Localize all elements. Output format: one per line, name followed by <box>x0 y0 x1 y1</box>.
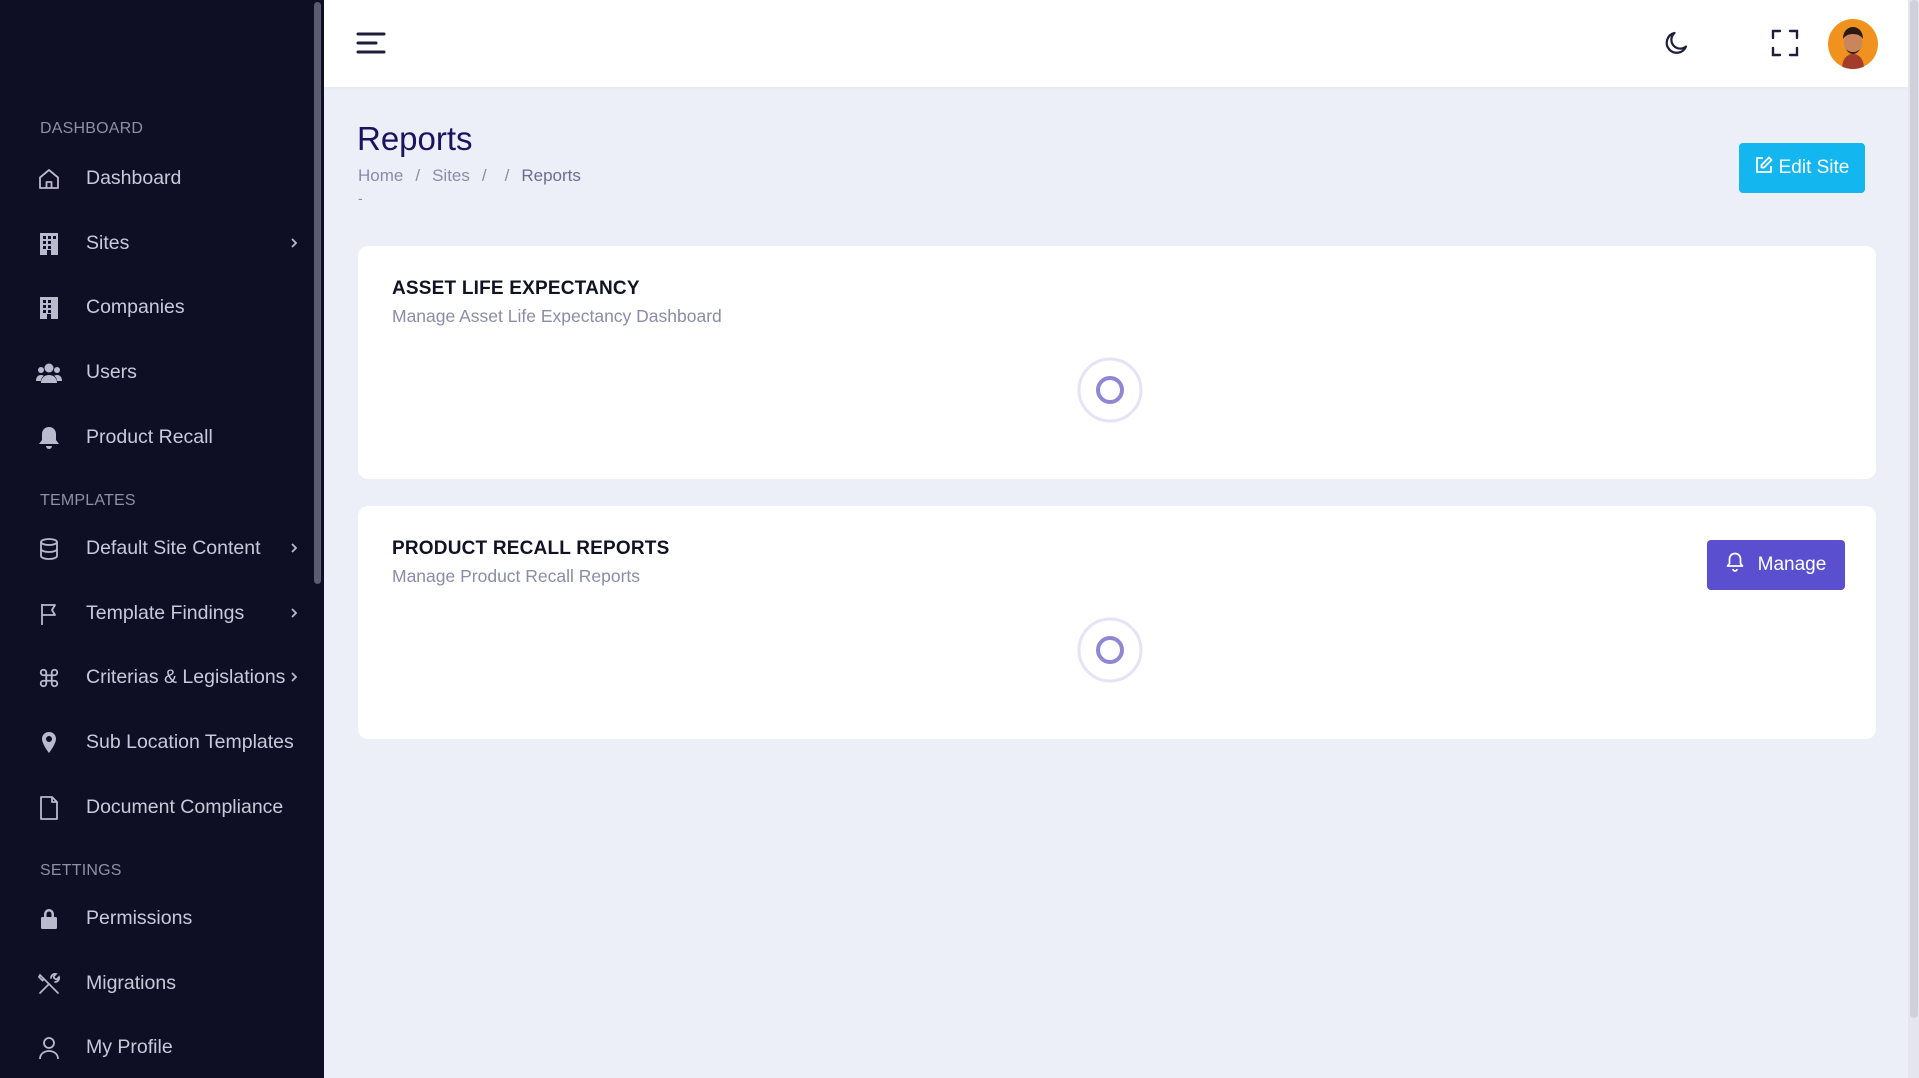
sidebar: DASHBOARD Dashboard Sites Companies User… <box>0 0 324 1078</box>
sidebar-item-label: Default Site Content <box>86 536 261 559</box>
card-title: ASSET LIFE EXPECTANCY <box>392 278 640 299</box>
bell-icon <box>36 425 62 451</box>
card-title: PRODUCT RECALL REPORTS <box>392 538 670 559</box>
database-icon <box>36 536 62 562</box>
sidebar-item-label: Product Recall <box>86 425 213 448</box>
sidebar-item-sub-location-templates[interactable]: Sub Location Templates <box>0 717 310 767</box>
fullscreen-icon[interactable] <box>1770 28 1800 58</box>
sidebar-item-label: Dashboard <box>86 166 182 189</box>
product-recall-reports-card: PRODUCT RECALL REPORTS Manage Product Re… <box>358 506 1876 739</box>
sidebar-item-label: Companies <box>86 295 185 318</box>
building-icon <box>36 295 62 321</box>
sidebar-item-label: Migrations <box>86 971 176 994</box>
breadcrumb-separator: / <box>415 166 421 185</box>
card-subtitle: Manage Product Recall Reports <box>392 566 641 586</box>
sidebar-item-label: Template Findings <box>86 601 245 624</box>
chevron-right-icon <box>288 667 300 687</box>
lock-icon <box>36 906 62 932</box>
section-settings-label: SETTINGS <box>40 862 122 879</box>
loading-spinner-icon <box>1077 357 1143 423</box>
breadcrumb-separator: / <box>504 166 510 185</box>
page-title: Reports <box>357 120 473 157</box>
home-icon <box>36 166 62 192</box>
command-icon <box>36 665 62 691</box>
sidebar-item-permissions[interactable]: Permissions <box>0 893 310 943</box>
manage-button[interactable]: Manage <box>1707 540 1845 590</box>
chevron-right-icon <box>288 538 300 558</box>
moon-icon[interactable] <box>1662 28 1692 58</box>
breadcrumb-site-placeholder: - <box>358 190 363 206</box>
sidebar-item-criterias-legislations[interactable]: Criterias & Legislations <box>0 652 310 702</box>
flag-icon <box>36 601 62 627</box>
manage-label: Manage <box>1757 554 1827 575</box>
sidebar-item-users[interactable]: Users <box>0 347 310 397</box>
sidebar-item-migrations[interactable]: Migrations <box>0 958 310 1008</box>
chevron-right-icon <box>288 233 300 253</box>
page-scrollbar[interactable] <box>1910 0 1918 1018</box>
section-templates-label: TEMPLATES <box>40 492 136 509</box>
breadcrumb: Home / Sites / / Reports <box>358 166 581 186</box>
section-dashboard-label: DASHBOARD <box>40 120 144 137</box>
sidebar-item-product-recall[interactable]: Product Recall <box>0 412 310 462</box>
building-icon <box>36 231 62 257</box>
sidebar-item-companies[interactable]: Companies <box>0 282 310 332</box>
sidebar-item-label: Criterias & Legislations <box>86 665 286 688</box>
sidebar-item-template-findings[interactable]: Template Findings <box>0 588 310 638</box>
breadcrumb-current: Reports <box>521 166 581 185</box>
sidebar-item-sites[interactable]: Sites <box>0 218 310 268</box>
avatar[interactable] <box>1828 19 1878 69</box>
file-icon <box>36 795 62 821</box>
sidebar-item-dashboard[interactable]: Dashboard <box>0 153 310 203</box>
sidebar-item-label: Sites <box>86 231 130 254</box>
sidebar-scrollbar[interactable] <box>314 2 321 584</box>
loading-spinner-icon <box>1077 617 1143 683</box>
chevron-right-icon <box>288 603 300 623</box>
breadcrumb-separator: / <box>481 166 487 185</box>
breadcrumb-home[interactable]: Home <box>358 166 403 186</box>
sidebar-item-my-profile[interactable]: My Profile <box>0 1022 310 1072</box>
edit-icon <box>1755 156 1773 180</box>
sidebar-item-label: Permissions <box>86 906 193 929</box>
sidebar-item-label: Users <box>86 360 137 383</box>
sidebar-item-default-site-content[interactable]: Default Site Content <box>0 523 310 573</box>
bell-icon <box>1726 552 1744 578</box>
card-subtitle: Manage Asset Life Expectancy Dashboard <box>392 306 722 326</box>
breadcrumb-sites[interactable]: Sites <box>432 166 470 186</box>
users-icon <box>36 360 62 386</box>
asset-life-expectancy-card: ASSET LIFE EXPECTANCY Manage Asset Life … <box>358 246 1876 479</box>
top-header <box>324 0 1908 87</box>
map-pin-icon <box>36 730 62 756</box>
edit-site-label: Edit Site <box>1778 157 1850 178</box>
sidebar-item-label: Sub Location Templates <box>86 730 294 753</box>
menu-icon[interactable] <box>356 30 386 56</box>
sidebar-item-document-compliance[interactable]: Document Compliance <box>0 782 310 832</box>
tools-icon <box>36 971 62 997</box>
edit-site-button[interactable]: Edit Site <box>1739 143 1865 193</box>
sidebar-item-label: My Profile <box>86 1035 173 1058</box>
sidebar-item-label: Document Compliance <box>86 795 284 818</box>
user-icon <box>36 1035 62 1061</box>
